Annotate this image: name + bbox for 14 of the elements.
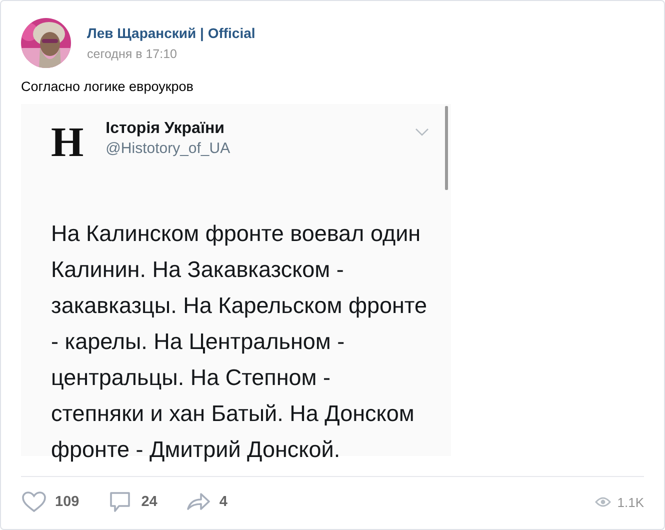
post-time[interactable]: сегодня в 17:10	[87, 47, 256, 61]
heart-icon	[21, 490, 47, 514]
post-text: Согласно логике евроукров	[21, 79, 194, 94]
like-button[interactable]: 109	[21, 490, 80, 514]
chevron-icon	[415, 128, 429, 136]
author-name[interactable]: Лев Щаранский | Official	[87, 25, 256, 41]
views-count: 1.1K	[595, 494, 644, 510]
share-button[interactable]: 4	[185, 490, 228, 514]
tweet-text: На Калинском фронте воевал один Калинин. На Закавказском - закавказцы. На Карельском фронте - карелы. На Центральном - центральцы. На Степном - степняки и хан Батый. На Донском фронте - Дмитрий Донской.	[51, 220, 428, 464]
eye-icon	[595, 497, 612, 507]
comment-button[interactable]: 24	[107, 490, 158, 514]
tweet-author: Історія України	[106, 120, 226, 138]
tweet-handle: @Histotory_of_UA	[106, 140, 232, 157]
tweet-logo: H	[51, 122, 84, 164]
